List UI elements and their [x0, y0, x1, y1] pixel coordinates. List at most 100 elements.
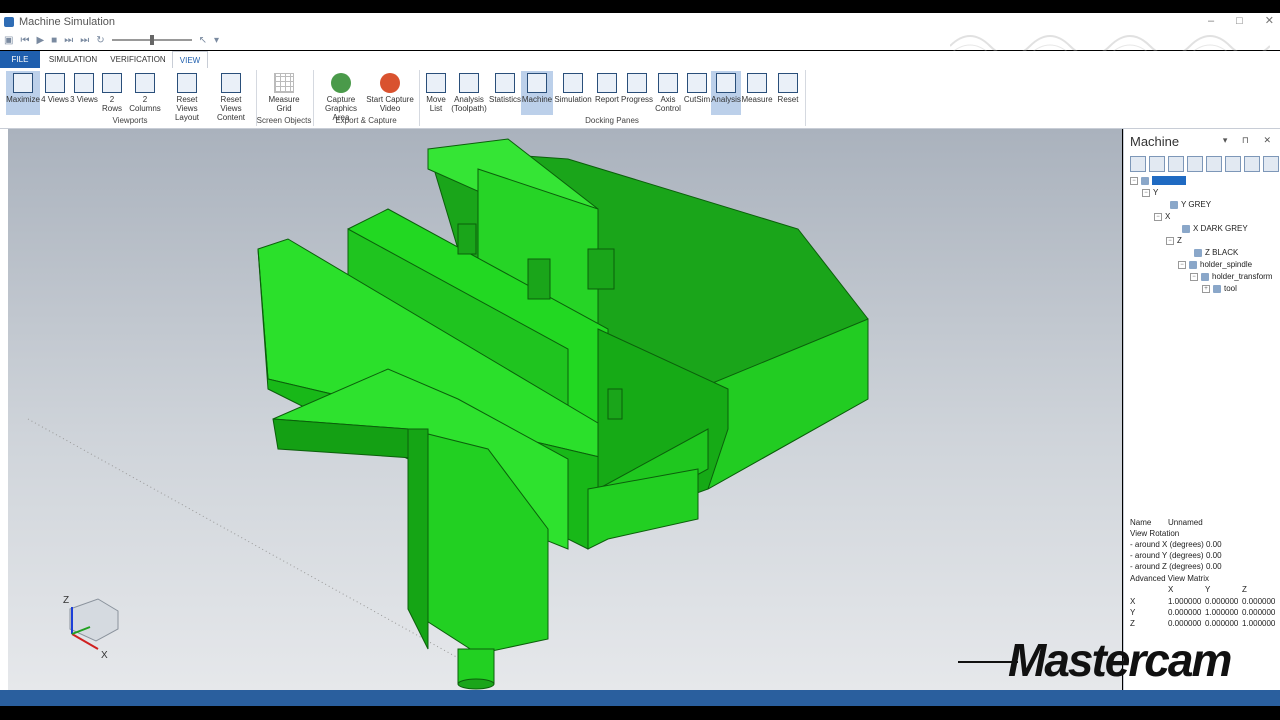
- last-icon[interactable]: ⏭: [80, 35, 89, 46]
- refresh-icon[interactable]: [1244, 156, 1260, 172]
- tree-item-y-grey[interactable]: Y GREY: [1170, 200, 1211, 209]
- report-button[interactable]: Report: [592, 71, 622, 115]
- delete-icon[interactable]: [1225, 156, 1241, 172]
- app-icon: [4, 16, 14, 27]
- two-columns-button[interactable]: 2 Columns: [126, 71, 164, 115]
- triad-z-label: Z: [63, 595, 70, 606]
- triad-x-label: X: [101, 650, 108, 661]
- status-bar: [0, 690, 1280, 706]
- statistics-icon: [495, 73, 515, 93]
- first-icon[interactable]: ⏮: [20, 35, 29, 46]
- tree-item-holder-transform[interactable]: − holder_transform: [1190, 272, 1272, 281]
- matrix-cell[interactable]: 0.000000: [1168, 619, 1201, 628]
- prop-rot-x-value[interactable]: 0.00: [1206, 540, 1222, 549]
- component-icon: [1170, 200, 1178, 209]
- axis-control-button[interactable]: Axis Control: [653, 71, 683, 115]
- cutsim-button[interactable]: CutSim: [683, 71, 711, 115]
- measure-icon: [747, 73, 767, 93]
- maximize-icon: [13, 73, 33, 93]
- left-dock-strip: [0, 129, 8, 690]
- analysis-button[interactable]: Analysis: [711, 71, 741, 115]
- matrix-cell[interactable]: 0.000000: [1242, 597, 1275, 606]
- axis-control-icon: [658, 73, 678, 93]
- maximize-button[interactable]: Maximize: [6, 71, 40, 115]
- step-forward-icon[interactable]: ⏭: [64, 35, 73, 46]
- analysis-toolpath-icon: [459, 73, 479, 93]
- progress-button[interactable]: Progress: [621, 71, 653, 115]
- machine-button[interactable]: Machine: [521, 71, 553, 115]
- matrix-cell[interactable]: 0.000000: [1242, 608, 1275, 617]
- matrix-row-label: Y: [1130, 608, 1136, 617]
- matrix-cell[interactable]: 1.000000: [1242, 619, 1275, 628]
- simulation-button[interactable]: Simulation: [554, 71, 592, 115]
- tree-item-root[interactable]: −: [1130, 176, 1186, 185]
- component-icon: [1194, 248, 1202, 257]
- prop-name-value[interactable]: Unnamed: [1168, 518, 1203, 527]
- prop-rot-z-value[interactable]: 0.00: [1206, 562, 1222, 571]
- matrix-cell[interactable]: 0.000000: [1205, 597, 1238, 606]
- pointer-icon[interactable]: ↖: [199, 35, 207, 46]
- three-views-icon: [74, 73, 94, 93]
- tree-item-y[interactable]: − Y: [1142, 188, 1158, 197]
- matrix-col-x: X: [1168, 585, 1174, 594]
- matrix-cell[interactable]: 0.000000: [1205, 619, 1238, 628]
- stop-icon[interactable]: ■: [51, 35, 57, 46]
- measure-button[interactable]: Measure: [741, 71, 773, 115]
- capture-graphics-button[interactable]: Capture Graphics Area: [316, 71, 366, 122]
- panel-toolbar: [1130, 156, 1279, 172]
- measure-grid-button[interactable]: Measure Grid: [262, 71, 306, 115]
- speed-slider[interactable]: [111, 35, 192, 45]
- reset-button[interactable]: Reset: [774, 71, 802, 115]
- edit-icon[interactable]: [1130, 156, 1146, 172]
- two-columns-icon: [135, 73, 155, 93]
- tree-item-holder-spindle[interactable]: − holder_spindle: [1178, 260, 1252, 269]
- mastercam-logo: Mastercam: [1008, 634, 1232, 686]
- tree-item-x[interactable]: − X: [1154, 212, 1170, 221]
- reset-views-content-button[interactable]: Reset Views Content: [209, 71, 253, 122]
- reset-layout-icon: [177, 73, 197, 93]
- tree-item-tool[interactable]: + tool: [1202, 284, 1237, 293]
- reset-views-layout-button[interactable]: Reset Views Layout: [165, 71, 209, 122]
- matrix-cell[interactable]: 1.000000: [1205, 608, 1238, 617]
- tab-simulation[interactable]: SIMULATION: [44, 51, 102, 68]
- info-icon[interactable]: [1263, 156, 1279, 172]
- progress-icon: [627, 73, 647, 93]
- folder-icon: [1141, 176, 1149, 185]
- analysis-toolpath-button[interactable]: Analysis (Toolpath): [450, 71, 488, 115]
- loop-icon[interactable]: ↻: [96, 35, 104, 46]
- group-docking-panes: Docking Panes: [585, 116, 639, 125]
- holder-icon: [1189, 260, 1197, 269]
- tree-item-z[interactable]: − Z: [1166, 236, 1182, 245]
- prop-rot-y-value[interactable]: 0.00: [1206, 551, 1222, 560]
- tab-verification[interactable]: VERIFICATION: [106, 51, 170, 68]
- play-icon[interactable]: ▶: [36, 35, 44, 46]
- copy-icon[interactable]: [1187, 156, 1203, 172]
- statistics-button[interactable]: Statistics: [488, 71, 522, 115]
- tree-item-x-dark-grey[interactable]: X DARK GREY: [1182, 224, 1248, 233]
- analysis-icon: [716, 73, 736, 93]
- tab-file[interactable]: FILE: [0, 51, 40, 68]
- three-views-button[interactable]: 3 Views: [70, 71, 98, 115]
- group-export-capture: Export & Capture: [335, 116, 397, 125]
- add-icon[interactable]: [1149, 156, 1165, 172]
- customize-icon[interactable]: ▾: [214, 35, 219, 46]
- ribbon-tabs: FILE SIMULATION VERIFICATION VIEW: [0, 51, 1280, 70]
- save-icon[interactable]: ▣: [4, 35, 13, 46]
- paste-icon[interactable]: [1206, 156, 1222, 172]
- matrix-col-z: Z: [1242, 585, 1247, 594]
- panel-controls[interactable]: ▾ ⊓ ✕: [1223, 135, 1277, 146]
- ribbon: Maximize 4 Views 3 Views 2 Rows 2 Column…: [0, 68, 1280, 129]
- two-rows-button[interactable]: 2 Rows: [99, 71, 125, 115]
- matrix-cell[interactable]: 0.000000: [1168, 608, 1201, 617]
- axis-triad[interactable]: [69, 598, 119, 650]
- start-capture-video-button[interactable]: Start Capture Video: [366, 71, 414, 115]
- slider-thumb[interactable]: [149, 35, 154, 45]
- matrix-cell[interactable]: 1.000000: [1168, 597, 1201, 606]
- import-icon[interactable]: [1168, 156, 1184, 172]
- four-views-button[interactable]: 4 Views: [41, 71, 69, 115]
- panel-title: Machine: [1130, 134, 1180, 149]
- tree-item-z-black[interactable]: Z BLACK: [1194, 248, 1238, 257]
- move-list-button[interactable]: Move List: [423, 71, 449, 115]
- prop-rot-y-label: - around Y (degrees): [1130, 551, 1204, 560]
- graphics-viewport[interactable]: Z X: [8, 129, 1122, 690]
